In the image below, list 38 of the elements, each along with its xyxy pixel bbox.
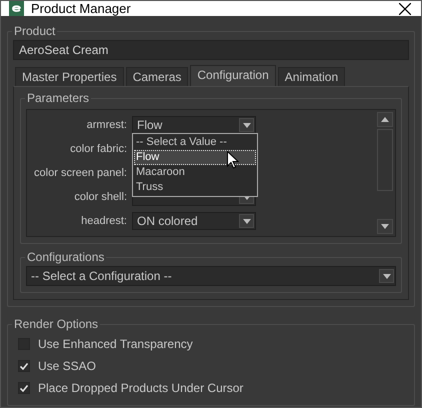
tab[interactable]: Master Properties (15, 67, 124, 86)
down-arrow-icon (242, 194, 250, 200)
parameter-label: color shell: (73, 191, 127, 203)
cursor-icon (227, 151, 239, 169)
value-dropdown[interactable]: Flow (132, 116, 256, 134)
tab[interactable]: Configuration (190, 65, 276, 86)
checkbox[interactable] (18, 360, 30, 372)
group-label: Product (13, 24, 56, 38)
close-icon[interactable] (399, 2, 411, 14)
dropdown-option[interactable]: Truss (134, 180, 256, 195)
value-dropdown[interactable]: ON colored (132, 212, 256, 230)
checkbox-label: Use SSAO (38, 359, 96, 373)
up-arrow-icon (381, 117, 389, 122)
tab[interactable]: Animation (278, 67, 346, 86)
dropdown-option[interactable]: Macaroon (134, 165, 256, 180)
group-label: Parameters (26, 91, 90, 105)
checkmark-icon (20, 362, 28, 370)
parameter-label: armrest: (86, 119, 127, 131)
down-arrow-icon (381, 224, 389, 229)
down-arrow-icon (242, 122, 250, 128)
configuration-dropdown[interactable]: -- Select a Configuration -- (26, 266, 396, 286)
parameter-label: headrest: (80, 215, 127, 227)
down-arrow-icon (242, 218, 250, 224)
dropdown-option[interactable]: -- Select a Value -- (134, 135, 256, 150)
parameter-label: color screen panel: (33, 167, 127, 179)
dropdown-option[interactable]: Flow (134, 150, 256, 165)
group-label: Configurations (26, 250, 106, 264)
checkmark-icon (20, 384, 28, 392)
tab[interactable]: Cameras (126, 67, 188, 86)
checkbox-label: Use Enhanced Transparency (38, 337, 193, 351)
scrollbar[interactable] (377, 112, 393, 234)
parameter-label: color fabric: (69, 143, 127, 155)
group-label: Render Options (13, 317, 100, 331)
checkbox-label: Place Dropped Products Under Cursor (38, 381, 244, 395)
product-name-field[interactable]: AeroSeat Cream (13, 40, 409, 60)
down-arrow-icon (382, 274, 390, 278)
checkbox[interactable] (18, 382, 30, 394)
window-title: Product Manager (31, 1, 132, 16)
